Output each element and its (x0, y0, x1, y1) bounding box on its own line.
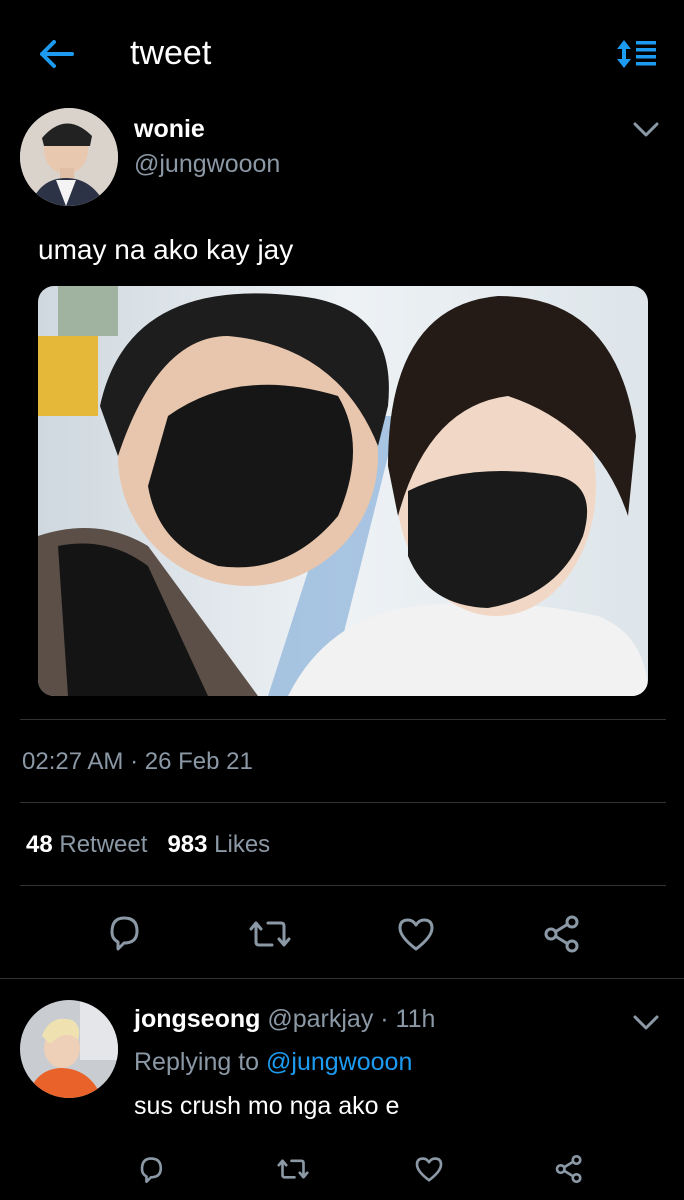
arrow-left-icon[interactable] (36, 36, 76, 72)
top-bar: tweet (0, 0, 684, 110)
reply-author-handle[interactable]: @parkjay (267, 1005, 373, 1033)
reply-author-name[interactable]: jongseong (134, 1005, 260, 1033)
replying-to-prefix: Replying to (134, 1048, 260, 1076)
replying-to-mention[interactable]: @jungwooon (266, 1048, 412, 1076)
photo-image (38, 286, 648, 696)
tweet-text: umay na ako kay jay (38, 234, 294, 265)
divider (20, 885, 666, 886)
tweet-stats: 48 Retweet 983 Likes (26, 831, 270, 859)
retweet-icon[interactable] (248, 914, 292, 954)
sort-list-icon[interactable] (614, 36, 658, 72)
reply-icon[interactable] (136, 1154, 166, 1184)
reply-time: · 11h (380, 1005, 436, 1033)
replying-to-line: Replying to @jungwooon (134, 1048, 412, 1077)
divider (0, 978, 684, 979)
reply-avatar-image (20, 1000, 118, 1098)
like-icon[interactable] (414, 1154, 444, 1184)
retweet-icon[interactable] (276, 1154, 310, 1184)
reply-header: jongseong @parkjay · 11h (134, 1005, 435, 1034)
reply-icon[interactable] (104, 912, 144, 952)
retweet-count[interactable]: 48 (26, 831, 53, 858)
author-handle[interactable]: @jungwooon (134, 150, 280, 179)
like-label[interactable]: Likes (214, 831, 270, 858)
avatar-image (20, 108, 118, 206)
share-icon[interactable] (542, 914, 582, 954)
tweet-timestamp[interactable]: 02:27 AM · 26 Feb 21 (22, 748, 253, 776)
chevron-down-icon[interactable] (632, 1013, 660, 1033)
reply-author-avatar[interactable] (20, 1000, 118, 1098)
reply-text: sus crush mo nga ako e (134, 1092, 400, 1120)
chevron-down-icon[interactable] (632, 120, 660, 140)
retweet-label[interactable]: Retweet (59, 831, 147, 858)
share-icon[interactable] (554, 1154, 584, 1184)
like-count[interactable]: 983 (167, 831, 207, 858)
tweet-photo[interactable] (38, 286, 648, 696)
author-avatar[interactable] (20, 108, 118, 206)
like-icon[interactable] (396, 914, 436, 954)
divider (20, 719, 666, 720)
divider (20, 802, 666, 803)
page-title: tweet (130, 34, 212, 72)
author-name[interactable]: wonie (134, 115, 205, 144)
